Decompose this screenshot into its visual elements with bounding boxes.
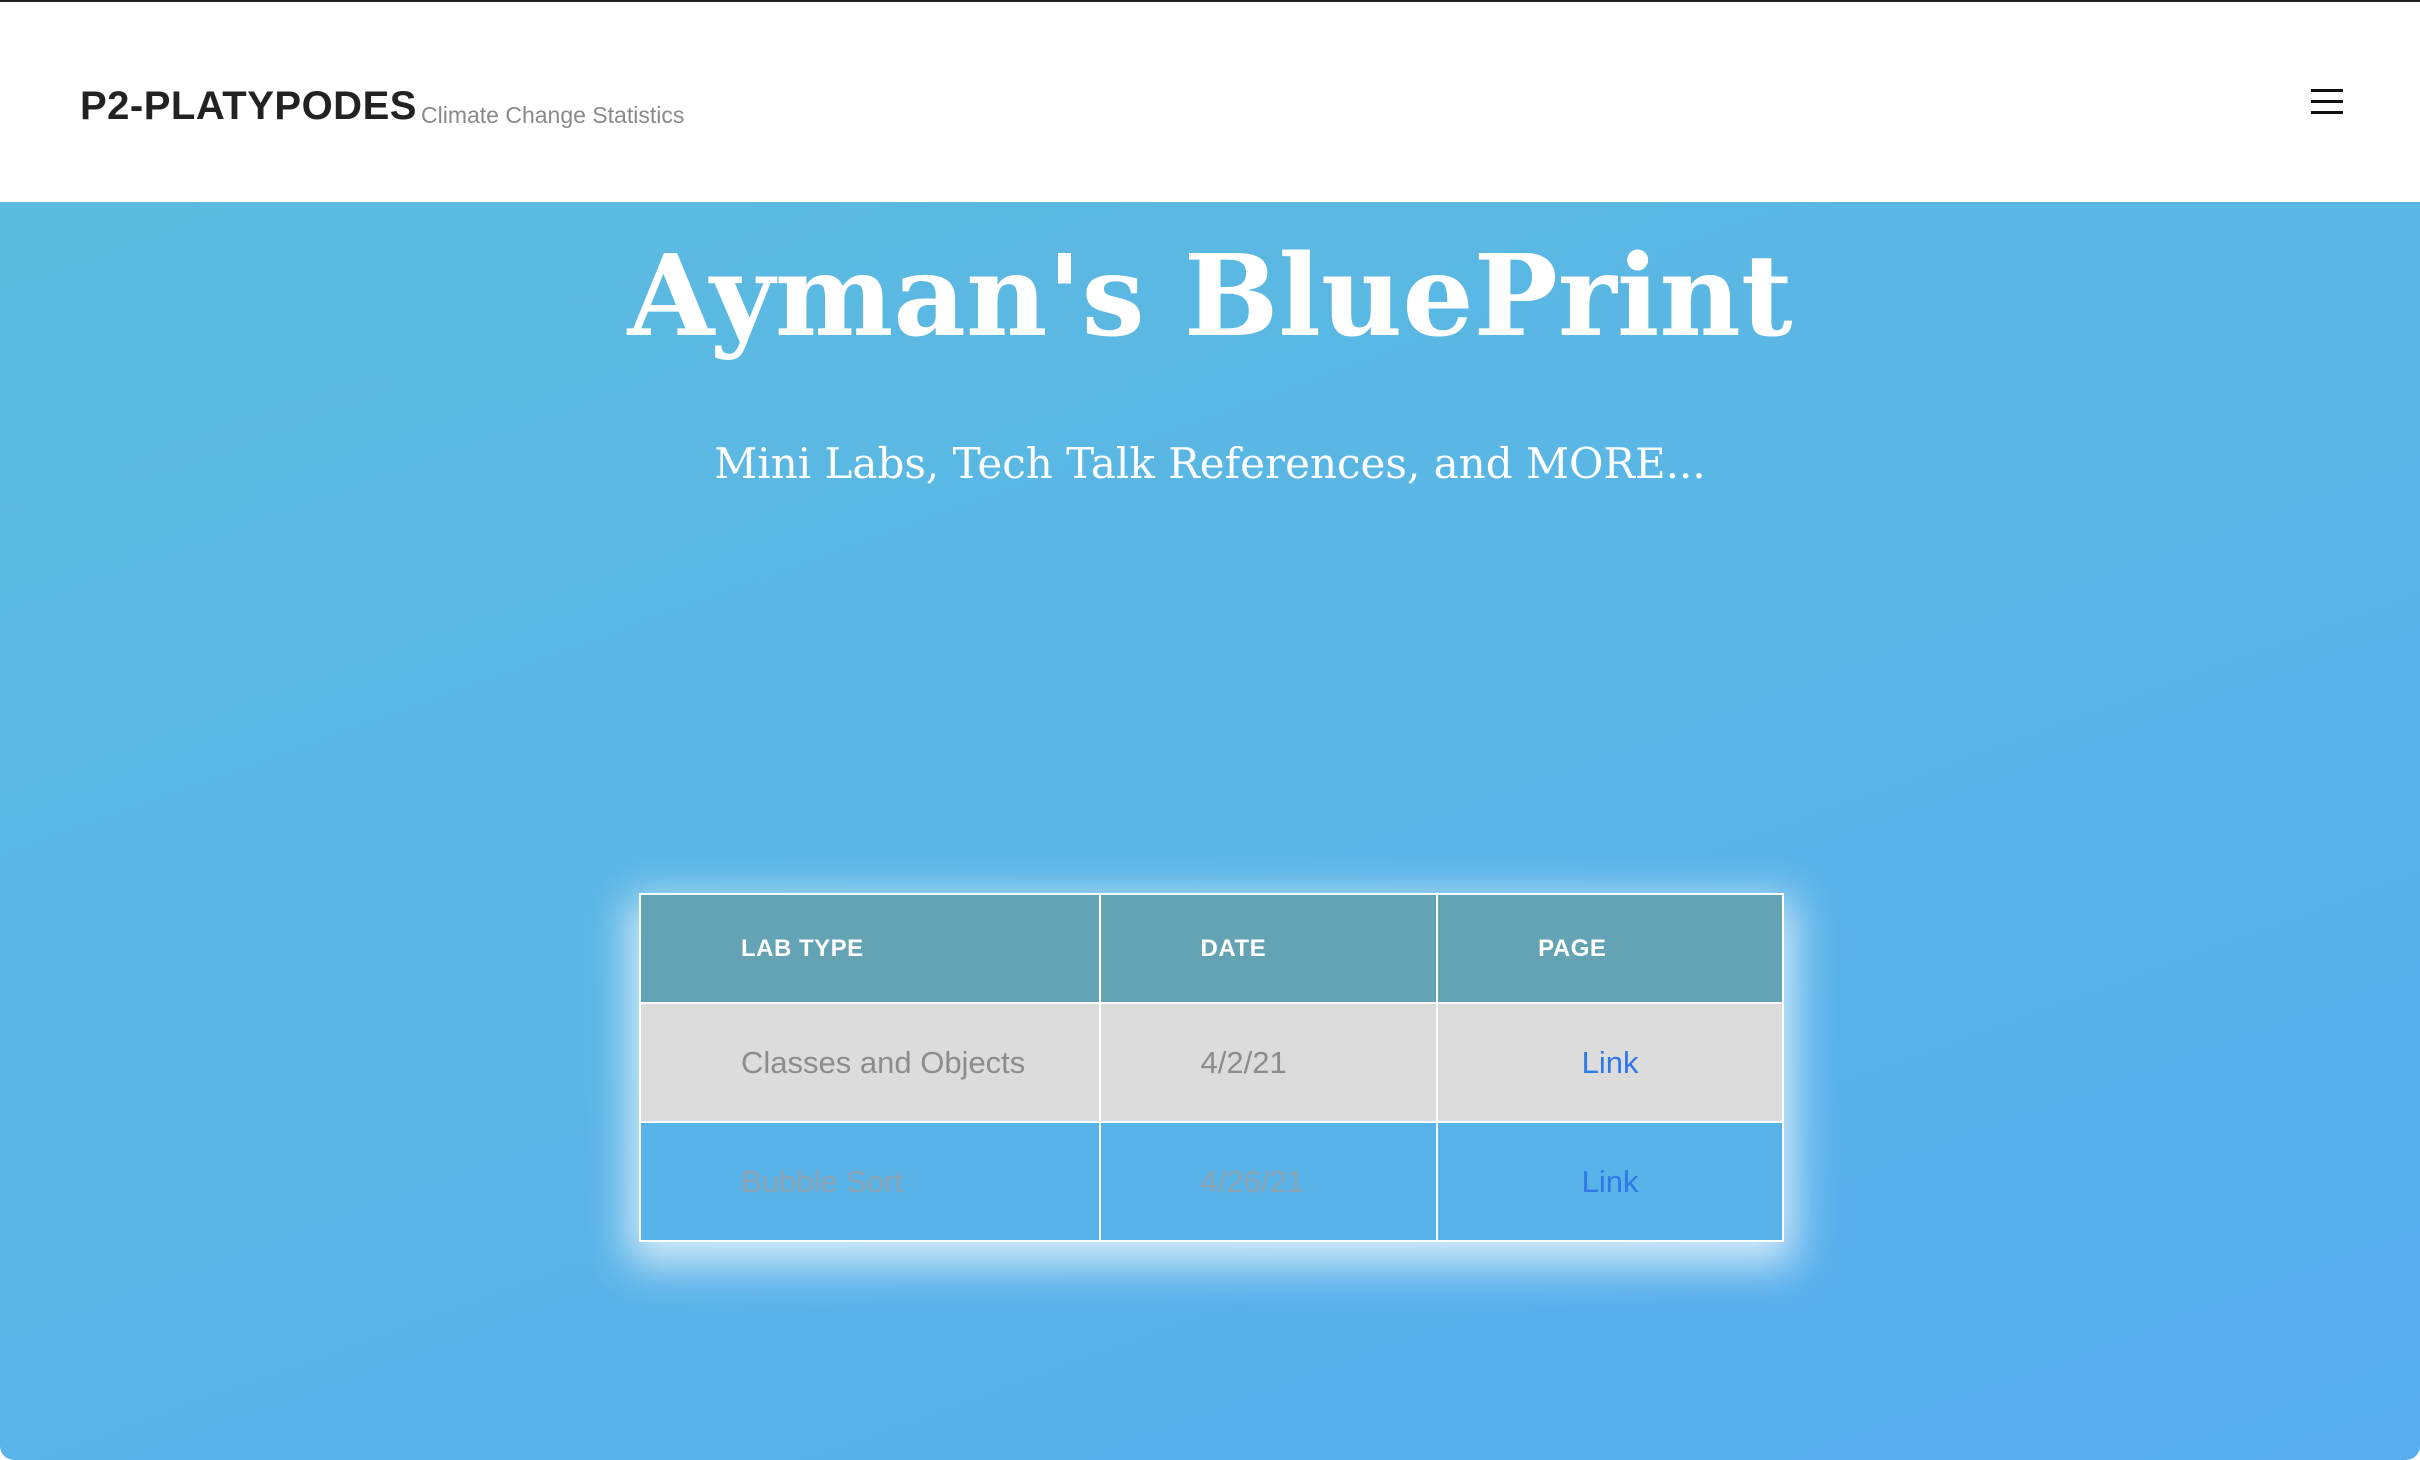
column-header-page: PAGE (1436, 893, 1784, 1004)
site-tagline: Climate Change Statistics (421, 102, 685, 128)
table-row: Classes and Objects 4/2/21 Link (639, 1002, 1784, 1123)
menu-line (2311, 100, 2343, 103)
menu-line (2311, 89, 2343, 92)
date-cell: 4/2/21 (1098, 1002, 1439, 1123)
page: P2-PLATYPODES Climate Change Statistics … (0, 0, 2420, 1460)
column-header-date: DATE (1098, 893, 1439, 1004)
hero-section: Ayman's BluePrint Mini Labs, Tech Talk R… (0, 202, 2420, 1460)
lab-type-cell: Classes and Objects (639, 1002, 1101, 1123)
column-header-lab-type: LAB TYPE (639, 893, 1101, 1004)
lab-page-link[interactable]: Link (1582, 1164, 1639, 1199)
hamburger-menu-icon[interactable] (2310, 86, 2344, 118)
site-brand[interactable]: P2-PLATYPODES (80, 84, 417, 129)
table-header-row: LAB TYPE DATE PAGE (639, 893, 1784, 1004)
page-cell: Link (1436, 1121, 1784, 1242)
page-title: Ayman's BluePrint (627, 231, 1793, 362)
labs-table: LAB TYPE DATE PAGE Classes and Objects 4… (639, 893, 1784, 1242)
menu-line (2311, 111, 2343, 114)
site-header: P2-PLATYPODES Climate Change Statistics (0, 2, 2420, 202)
date-cell: 4/26/21 (1098, 1121, 1439, 1242)
lab-type-cell: Bubble Sort (639, 1121, 1101, 1242)
page-cell: Link (1436, 1002, 1784, 1123)
page-subtitle: Mini Labs, Tech Talk References, and MOR… (714, 439, 1706, 488)
table-row: Bubble Sort 4/26/21 Link (639, 1121, 1784, 1242)
labs-table-container: LAB TYPE DATE PAGE Classes and Objects 4… (639, 893, 1784, 1242)
lab-page-link[interactable]: Link (1582, 1045, 1639, 1080)
